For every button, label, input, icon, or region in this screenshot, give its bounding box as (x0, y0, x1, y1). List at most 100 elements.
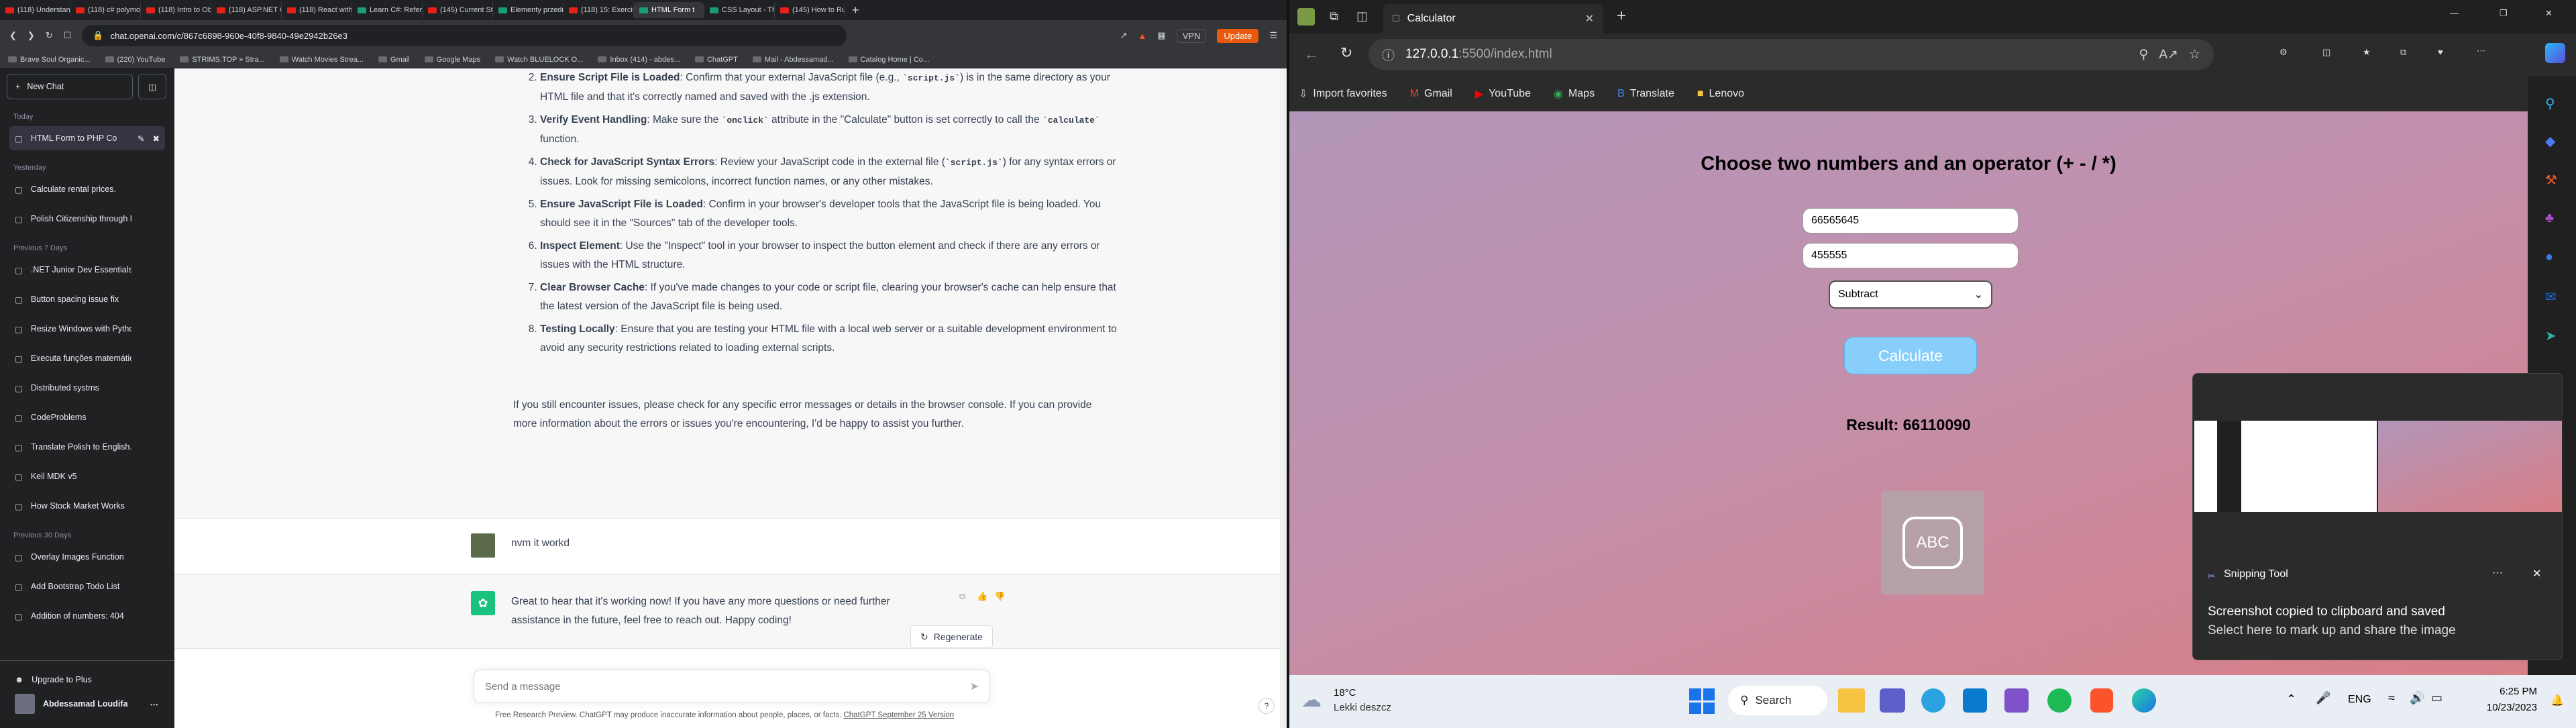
browser-tab[interactable]: (118) React with J (282, 2, 352, 18)
history-item[interactable]: ▢ Executa funções matemátic (9, 346, 165, 370)
bookmark-item[interactable]: Catalog Home | Co... (848, 56, 929, 64)
volume-icon[interactable]: 🔊 (2410, 691, 2424, 705)
back-icon[interactable]: ❮ (9, 30, 17, 41)
clock-date[interactable]: 10/23/2023 (2470, 702, 2537, 713)
edge-tab-calculator[interactable]: □ Calculator ✕ (1383, 4, 1603, 34)
weather-icon[interactable]: ☁ (1301, 688, 1322, 712)
browser-tab[interactable]: Elementy przedmi (493, 2, 564, 18)
browser-essentials-icon[interactable]: ♥ (2438, 47, 2443, 57)
bookmark-item[interactable]: Google Maps (424, 56, 480, 64)
shopping-icon[interactable]: ◆ (2545, 133, 2555, 150)
bookmark-item[interactable]: Watch Movies Strea... (279, 56, 364, 64)
games-icon[interactable]: ♣ (2545, 211, 2554, 226)
browser-tab[interactable]: (145) Current Sta (423, 2, 493, 18)
message-input[interactable] (485, 680, 970, 692)
history-item[interactable]: ▢ CodeProblems (9, 405, 165, 429)
vpn-button[interactable]: VPN (1176, 28, 1207, 43)
drop-icon[interactable]: ➤ (2545, 327, 2557, 344)
new-chat-button[interactable]: + New Chat (7, 74, 133, 99)
zoom-icon[interactable]: ⚲ (2139, 47, 2148, 62)
clock-time[interactable]: 6:25 PM (2477, 686, 2537, 697)
vscode-icon[interactable] (1963, 688, 1987, 713)
favorite-star-icon[interactable]: ☆ (2189, 47, 2200, 62)
favorite-item[interactable]: M Gmail (1410, 88, 1452, 100)
telegram-icon[interactable] (1921, 688, 1945, 713)
split-screen-icon[interactable]: ◫ (2322, 47, 2330, 58)
snipping-tool-notification[interactable]: ✂ Snipping Tool ··· ✕ Screenshot copied … (2192, 373, 2563, 660)
reload-icon[interactable]: ↻ (1340, 44, 1352, 62)
bookmark-item[interactable]: ChatGPT (694, 56, 738, 64)
browser-tab[interactable]: (118) Understand (0, 2, 70, 18)
menu-icon[interactable]: ☰ (1269, 30, 1277, 41)
number1-input[interactable]: 66565645 (1803, 208, 2019, 233)
bookmark-item[interactable]: Mail - Abdessamad... (752, 56, 834, 64)
taskbar-search[interactable]: ⚲ Search (1728, 686, 1827, 715)
user-menu[interactable]: Abdessamad Loudifa ⋯ (9, 692, 165, 716)
office-icon[interactable]: ● (2545, 250, 2553, 265)
reload-icon[interactable]: ↻ (46, 30, 53, 41)
search-icon[interactable]: ⚲ (2545, 95, 2555, 112)
favorite-item[interactable]: ■ Lenovo (1697, 88, 1744, 100)
browser-tab[interactable]: (118) ASP.NET Co (211, 2, 282, 18)
history-item[interactable]: ▢ Button spacing issue fix (9, 287, 165, 311)
message-composer[interactable]: ➤ (474, 670, 990, 703)
extensions-icon[interactable]: ▦ (1157, 30, 1165, 41)
battery-icon[interactable]: ▭ (2431, 691, 2443, 705)
history-item[interactable]: ▢ Add Bootstrap Todo List (9, 574, 165, 599)
start-icon[interactable] (1689, 688, 1715, 714)
extensions-icon[interactable]: ⚙ (2279, 47, 2288, 58)
bookmark-item[interactable]: Brave Soul Organic... (8, 56, 91, 64)
history-item[interactable]: ▢ How Stock Market Works (9, 494, 165, 518)
tab-actions-icon[interactable]: ◫ (1356, 9, 1368, 23)
read-aloud-icon[interactable]: A↗ (2159, 47, 2178, 62)
history-item[interactable]: ▢ Calculate rental prices. (9, 177, 165, 201)
spotify-icon[interactable] (2047, 688, 2072, 713)
close-window-icon[interactable]: ✕ (2545, 8, 2553, 19)
bookmark-icon[interactable]: ☐ (64, 30, 72, 41)
tools-icon[interactable]: ⚒ (2545, 172, 2557, 189)
brave-shield-icon[interactable]: ▲ (1138, 31, 1147, 41)
history-item[interactable]: ▢ Translate Polish to English. (9, 435, 165, 459)
brave-icon[interactable] (2090, 688, 2113, 713)
more-icon[interactable]: ⋯ (150, 699, 159, 709)
visual-studio-icon[interactable] (2004, 688, 2029, 713)
mic-muted-icon[interactable]: 🎤 (2316, 691, 2330, 705)
history-item[interactable]: ▢ Keil MDK v5 (9, 464, 165, 488)
history-item[interactable]: ▢ .NET Junior Dev Essentials (9, 258, 165, 282)
favorite-item[interactable]: ▶ YouTube (1475, 87, 1531, 101)
favorite-item[interactable]: ⇩ Import favorites (1299, 87, 1387, 101)
minimize-icon[interactable]: — (2450, 8, 2459, 18)
forward-icon[interactable]: ❯ (28, 30, 35, 41)
favorite-item[interactable]: ◉ Maps (1554, 87, 1595, 101)
copy-icon[interactable]: ⧉ (959, 591, 965, 602)
help-icon[interactable]: ? (1258, 698, 1275, 714)
copilot-icon[interactable] (2545, 43, 2565, 63)
bookmark-item[interactable]: Gmail (378, 56, 410, 64)
lang-indicator[interactable]: ENG (2348, 694, 2371, 706)
bookmark-item[interactable]: (220) YouTube (105, 56, 165, 64)
collections-icon[interactable]: ⧉ (2400, 47, 2406, 58)
bookmark-item[interactable]: Inbox (414) - abdes... (598, 56, 680, 64)
history-item[interactable]: ▢ HTML Form to PHP Co ✎ ✖ (9, 126, 165, 150)
favorite-item[interactable]: В Translate (1617, 88, 1674, 100)
thumbs-down-icon[interactable]: 👎 (994, 591, 1005, 602)
settings-more-icon[interactable]: ⋯ (2477, 46, 2485, 56)
notification-more-icon[interactable]: ··· (2492, 567, 2503, 579)
update-button[interactable]: Update (1217, 28, 1259, 43)
send-icon[interactable]: ➤ (970, 680, 979, 693)
teams-icon[interactable] (1880, 688, 1905, 713)
browser-tab[interactable]: (118) Intro to Obje (141, 2, 211, 18)
network-icon[interactable]: ≈ (2388, 691, 2395, 705)
new-tab-icon[interactable]: + (845, 3, 866, 17)
browser-tab[interactable]: HTML Form t (634, 2, 704, 18)
outlook-icon[interactable]: ✉ (2545, 289, 2557, 305)
profile-icon[interactable] (1297, 8, 1315, 25)
thumbs-up-icon[interactable]: 👍 (977, 591, 987, 602)
weather-temp[interactable]: 18°C (1334, 687, 1356, 698)
history-item[interactable]: ▢ Polish Citizenship through M (9, 207, 165, 231)
file-explorer-icon[interactable] (1838, 688, 1865, 713)
history-item[interactable]: ▢ Addition of numbers: 404 (9, 604, 165, 628)
notification-close-icon[interactable]: ✕ (2532, 567, 2541, 580)
browser-tab[interactable]: Learn C#: Referen (352, 2, 423, 18)
share-icon[interactable]: ↗ (1120, 30, 1128, 41)
